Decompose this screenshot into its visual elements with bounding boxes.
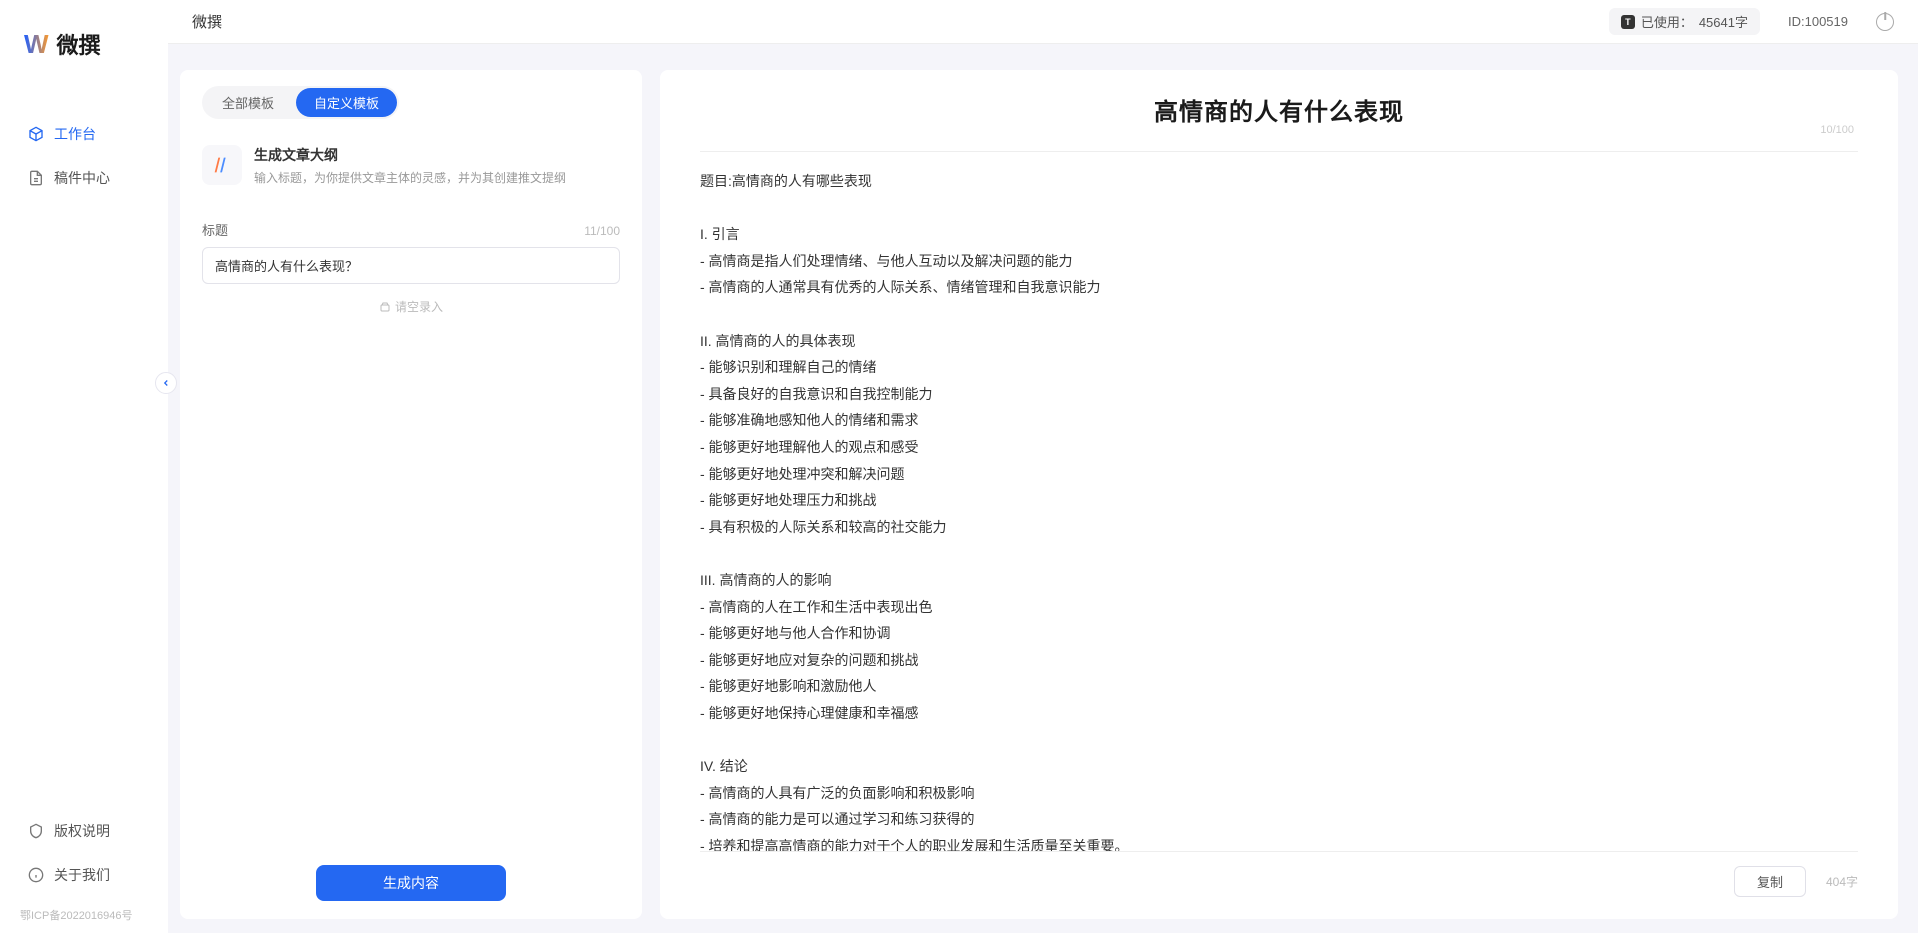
logo[interactable]: W 微撰 (0, 28, 168, 60)
output-body[interactable]: 题目:高情商的人有哪些表现 I. 引言 - 高情商是指人们处理情绪、与他人互动以… (700, 168, 1858, 851)
sidebar-item-label: 版权说明 (54, 821, 110, 841)
info-icon (28, 867, 44, 883)
tab-custom-templates[interactable]: 自定义模板 (296, 88, 397, 117)
copy-button[interactable]: 复制 (1734, 866, 1806, 897)
footer-nav: 版权说明 关于我们 (0, 813, 168, 901)
user-id: ID:100519 (1788, 14, 1848, 29)
cube-icon (28, 126, 44, 142)
title-label: 标题 (202, 220, 228, 239)
content: 全部模板 自定义模板 生成文章大纲 输入标题，为你提供文章主体的灵感，并为其创建… (180, 70, 1898, 919)
template-title: 生成文章大纲 (254, 145, 566, 165)
tab-all-templates[interactable]: 全部模板 (204, 88, 292, 117)
shield-icon (28, 823, 44, 839)
template-icon (202, 145, 242, 185)
logo-mark-icon: W (24, 29, 49, 60)
divider (700, 151, 1858, 152)
sidebar-item-label: 关于我们 (54, 865, 110, 885)
brand-small: 微撰 (192, 11, 222, 32)
clear-input-button[interactable]: 请空录入 (202, 298, 620, 315)
output-footer: 复制 404字 (700, 851, 1858, 897)
sidebar-item-label: 工作台 (54, 124, 96, 144)
generate-button[interactable]: 生成内容 (316, 865, 506, 901)
icp-text: 鄂ICP备2022016946号 (0, 901, 168, 933)
sidebar-item-label: 稿件中心 (54, 168, 110, 188)
template-desc: 输入标题，为你提供文章主体的灵感，并为其创建推文提纲 (254, 169, 566, 186)
sidebar: W 微撰 工作台 稿件中心 版权说明 关于我们 (0, 0, 168, 933)
logout-icon[interactable] (1876, 13, 1894, 31)
usage-value: 45641字 (1699, 12, 1748, 31)
template-tabs: 全部模板 自定义模板 (202, 86, 399, 119)
word-count: 404字 (1826, 873, 1858, 890)
eraser-icon (379, 301, 391, 313)
usage-label: 已使用： (1641, 12, 1693, 31)
output-title: 高情商的人有什么表现 (700, 92, 1858, 127)
nav-group: 工作台 稿件中心 (0, 116, 168, 196)
sidebar-item-drafts[interactable]: 稿件中心 (12, 160, 156, 196)
sidebar-item-about[interactable]: 关于我们 (12, 857, 156, 893)
sidebar-item-copyright[interactable]: 版权说明 (12, 813, 156, 849)
top-right: T 已使用： 45641字 ID:100519 (1609, 8, 1894, 35)
logo-text: 微撰 (57, 28, 101, 60)
text-usage-icon: T (1621, 15, 1635, 29)
output-title-count: 10/100 (1820, 124, 1854, 136)
title-char-count: 11/100 (584, 224, 620, 238)
usage-pill[interactable]: T 已使用： 45641字 (1609, 8, 1760, 35)
title-input[interactable] (202, 247, 620, 284)
sidebar-item-workbench[interactable]: 工作台 (12, 116, 156, 152)
title-field-header: 标题 11/100 (202, 220, 620, 239)
output-panel: 高情商的人有什么表现 10/100 题目:高情商的人有哪些表现 I. 引言 - … (660, 70, 1898, 919)
config-panel: 全部模板 自定义模板 生成文章大纲 输入标题，为你提供文章主体的灵感，并为其创建… (180, 70, 642, 919)
collapse-sidebar-button[interactable] (155, 372, 177, 394)
top-bar: 微撰 T 已使用： 45641字 ID:100519 (168, 0, 1918, 44)
template-card[interactable]: 生成文章大纲 输入标题，为你提供文章主体的灵感，并为其创建推文提纲 (202, 137, 620, 194)
document-icon (28, 170, 44, 186)
